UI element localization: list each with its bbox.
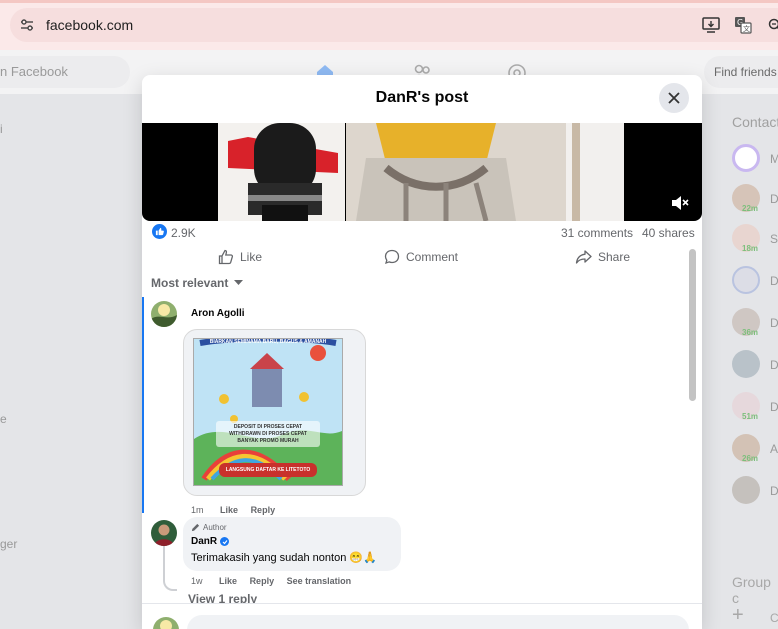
contact-item[interactable]: D 51m xyxy=(732,392,778,422)
reply-time[interactable]: 1w xyxy=(191,576,203,586)
comment-image-bubble: BIARKAN SEMINAMA BARU, BAGUS & AMANAH DE… xyxy=(183,329,366,496)
video-frame-person xyxy=(346,123,624,221)
tab-strip xyxy=(0,0,778,3)
reply-author-name: DanR xyxy=(191,536,218,547)
share-label: Share xyxy=(598,250,631,264)
comments-count[interactable]: 31 comments xyxy=(561,226,633,240)
left-fragment: i xyxy=(0,122,3,136)
meta-ai-avatar xyxy=(732,144,760,172)
pencil-icon xyxy=(191,523,200,532)
like-reaction-icon[interactable] xyxy=(152,224,167,239)
share-icon xyxy=(575,250,592,264)
translate-icon[interactable]: G文 xyxy=(734,16,752,34)
close-button[interactable] xyxy=(659,83,689,113)
comment-author[interactable]: Aron Agolli xyxy=(191,308,245,319)
group-chats-title: Group c xyxy=(732,574,771,606)
image-text-mid: DEPOSIT DI PROSES CEPAT WITHDRAWN DI PRO… xyxy=(229,424,307,444)
comment-icon xyxy=(384,249,400,265)
install-app-icon[interactable] xyxy=(702,16,720,34)
fb-search-input[interactable]: n Facebook xyxy=(0,56,130,88)
reply-text: Terimakasih yang sudah nonton 😁🙏 xyxy=(191,552,377,564)
comment-meta: 1m Like Reply xyxy=(191,505,275,515)
comments-section[interactable]: Most relevant Aron Agolli BIARKAN SEMINA… xyxy=(142,271,702,603)
comment-thread-indicator xyxy=(142,297,144,513)
comment-label: Comment xyxy=(406,250,459,264)
address-bar[interactable]: facebook.com xyxy=(10,8,778,42)
svg-text:文: 文 xyxy=(743,24,750,33)
like-label: Like xyxy=(240,250,263,264)
comment-composer xyxy=(142,603,702,629)
left-fragment: ger xyxy=(0,537,18,551)
contact-item[interactable]: M xyxy=(732,144,778,174)
reply-reply-button[interactable]: Reply xyxy=(250,576,275,586)
comment-button[interactable]: Comment xyxy=(384,247,458,267)
reply-bubble: Author DanR Terimakasih yang sudah nonto… xyxy=(183,517,401,571)
view-replies-link[interactable]: View 1 reply xyxy=(188,592,257,603)
current-user-avatar[interactable] xyxy=(153,617,179,629)
contact-item[interactable]: D 36m xyxy=(732,308,778,338)
avatar xyxy=(732,266,760,294)
see-translation-link[interactable]: See translation xyxy=(287,576,352,586)
zoom-icon[interactable] xyxy=(766,16,778,34)
scrollbar-thumb[interactable] xyxy=(689,249,696,401)
view-reply-connector xyxy=(163,573,177,591)
thumbs-up-icon xyxy=(218,249,234,265)
author-badge: Author xyxy=(191,523,227,532)
contact-item[interactable]: D xyxy=(732,476,778,506)
create-group-label: C xyxy=(770,611,778,625)
browser-toolbar: facebook.com G文 xyxy=(0,0,778,50)
reply-like-button[interactable]: Like xyxy=(219,576,237,586)
comment-like-button[interactable]: Like xyxy=(220,505,238,515)
contacts-title: Contacts xyxy=(732,114,778,130)
avatar xyxy=(732,350,760,378)
post-actions: Like Comment Share xyxy=(142,243,702,269)
close-icon xyxy=(668,92,680,104)
contact-item[interactable]: S 18m xyxy=(732,224,778,254)
sort-dropdown[interactable]: Most relevant xyxy=(151,276,244,290)
reply-connector-line xyxy=(163,545,165,575)
contact-item[interactable]: D 22m xyxy=(732,184,778,214)
reply-author-avatar[interactable] xyxy=(151,520,177,546)
comment-reply-button[interactable]: Reply xyxy=(251,505,276,515)
contact-item[interactable]: A 26m xyxy=(732,434,778,464)
author-badge-label: Author xyxy=(203,523,227,532)
like-button[interactable]: Like xyxy=(218,247,262,267)
verified-badge-icon xyxy=(220,537,230,546)
modal-title: DanR's post xyxy=(375,89,469,106)
post-modal: DanR's post io xyxy=(142,75,702,629)
contact-item[interactable]: D xyxy=(732,266,778,296)
left-fragment: e xyxy=(0,412,7,426)
image-text-bottom: LANGSUNG DAFTAR KE LITETOTO xyxy=(225,467,311,473)
modal-header: DanR's post xyxy=(142,75,702,123)
plus-icon[interactable]: + xyxy=(732,604,744,627)
shares-count[interactable]: 40 shares xyxy=(642,226,695,240)
site-settings-icon[interactable] xyxy=(19,17,35,33)
video-player[interactable]: io xyxy=(142,123,702,221)
like-count[interactable]: 2.9K xyxy=(171,226,196,240)
fb-left-sidebar: i e ger xyxy=(0,94,142,629)
avatar xyxy=(732,476,760,504)
comment-image[interactable]: BIARKAN SEMINAMA BARU, BAGUS & AMANAH DE… xyxy=(193,338,343,486)
sort-label: Most relevant xyxy=(151,276,229,290)
caret-down-icon xyxy=(234,280,244,285)
video-frame-microphone: io xyxy=(218,123,345,221)
post-stats: 2.9K 31 comments 40 shares xyxy=(142,221,702,243)
find-friends-button[interactable]: Find friends xyxy=(704,56,778,88)
image-text-top: BIARKAN SEMINAMA BARU, BAGUS & AMANAH xyxy=(209,339,327,345)
mute-icon[interactable] xyxy=(669,193,689,213)
comment-input[interactable] xyxy=(187,615,689,629)
reply-meta: 1w Like Reply See translation xyxy=(191,576,351,586)
commenter-avatar[interactable] xyxy=(151,301,177,327)
reply-author[interactable]: DanR xyxy=(191,536,230,547)
fb-contacts-sidebar: Contacts M D22m S18m D D36m D D51m A26m … xyxy=(702,94,778,629)
comment-time[interactable]: 1m xyxy=(191,505,204,515)
url-text[interactable]: facebook.com xyxy=(46,17,133,33)
share-button[interactable]: Share xyxy=(575,247,630,267)
contact-item[interactable]: D xyxy=(732,350,778,380)
